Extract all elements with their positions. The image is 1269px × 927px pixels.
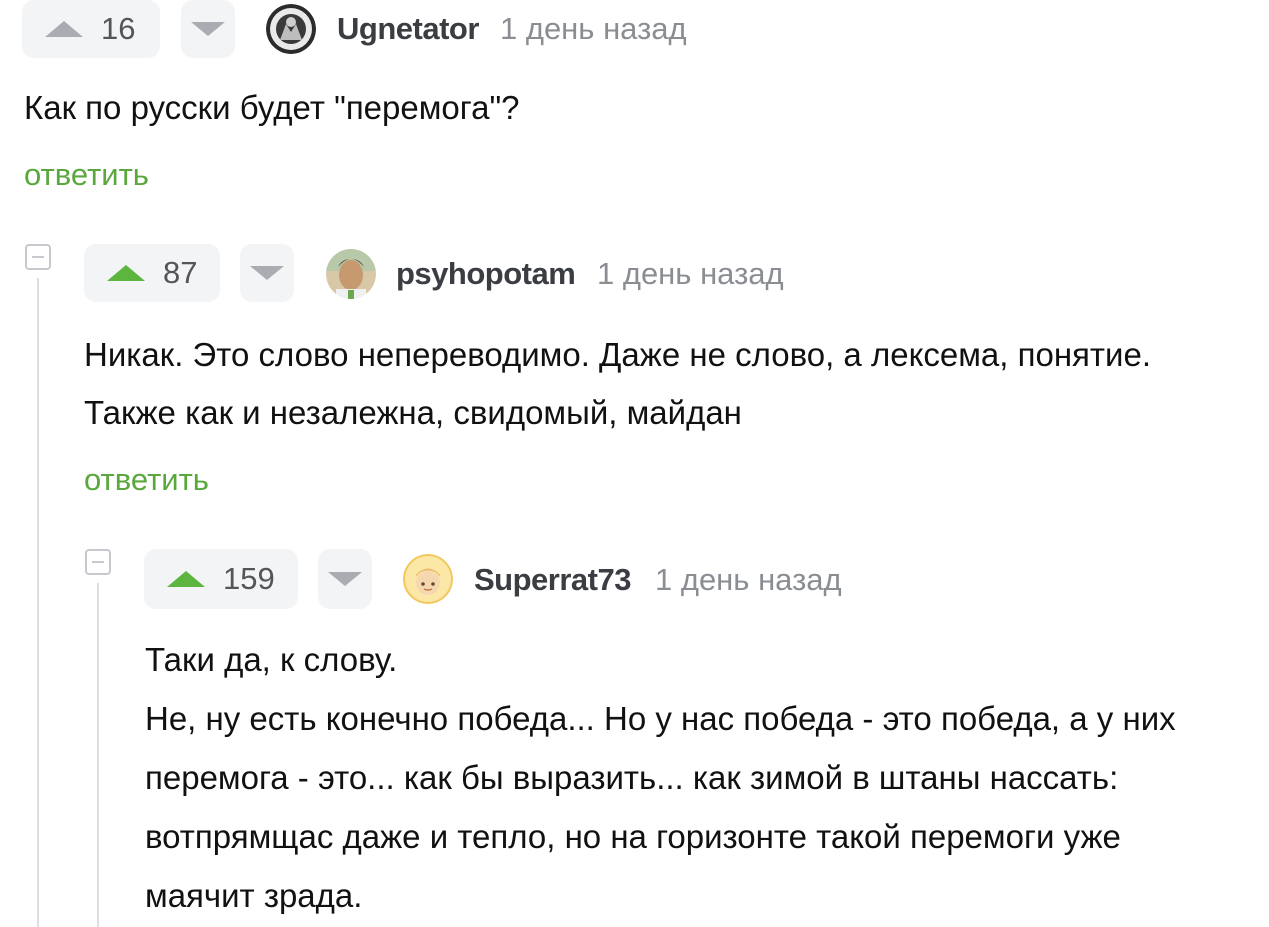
collapse-thread-button[interactable] <box>25 244 51 270</box>
downvote-icon <box>191 22 225 36</box>
rating-count: 16 <box>101 11 136 46</box>
timestamp: 1 день назад <box>597 256 784 291</box>
timestamp: 1 день назад <box>500 11 687 46</box>
comment-line: Как по русски будет "перемога"? <box>24 89 520 126</box>
downvote-icon <box>328 572 362 586</box>
comment-text: Таки да, к слову. Не, ну есть конечно по… <box>145 630 1176 925</box>
comment-line: Также как и незалежна, свидомый, майдан <box>84 394 742 431</box>
avatar[interactable] <box>403 554 453 604</box>
upvote-button[interactable]: 159 <box>144 549 298 609</box>
collapse-thread-button[interactable] <box>85 549 111 575</box>
comment-line: Таки да, к слову. <box>145 641 398 678</box>
avatar[interactable] <box>326 249 376 299</box>
downvote-button[interactable] <box>318 549 372 609</box>
comment-line: маячит зрада. <box>145 877 363 914</box>
upvote-icon <box>167 571 205 587</box>
comment-line: Не, ну есть конечно победа... Но у нас п… <box>145 700 1176 737</box>
rating-count: 87 <box>163 255 198 290</box>
downvote-icon <box>250 266 284 280</box>
upvote-icon <box>107 265 145 281</box>
upvote-button[interactable]: 87 <box>84 244 220 302</box>
upvote-button[interactable]: 16 <box>22 0 160 58</box>
thread-line <box>97 583 99 927</box>
reply-link[interactable]: ответить <box>24 157 149 193</box>
username[interactable]: psyhopotam <box>396 256 576 292</box>
avatar[interactable] <box>266 4 316 54</box>
upvote-icon <box>45 21 83 37</box>
comment-text: Никак. Это слово непереводимо. Даже не с… <box>84 326 1151 442</box>
comment-text: Как по русски будет "перемога"? <box>24 79 520 137</box>
downvote-button[interactable] <box>240 244 294 302</box>
thread-line <box>37 278 39 927</box>
comment-line: вотпрямщас даже и тепло, но на горизонте… <box>145 818 1121 855</box>
username[interactable]: Ugnetator <box>337 11 479 47</box>
reply-link[interactable]: ответить <box>84 462 209 498</box>
timestamp: 1 день назад <box>655 562 842 597</box>
downvote-button[interactable] <box>181 0 235 58</box>
comment-line: перемога - это... как бы выразить... как… <box>145 759 1119 796</box>
comment-line: Никак. Это слово непереводимо. Даже не с… <box>84 336 1151 373</box>
rating-count: 159 <box>223 561 275 596</box>
username[interactable]: Superrat73 <box>474 562 631 598</box>
